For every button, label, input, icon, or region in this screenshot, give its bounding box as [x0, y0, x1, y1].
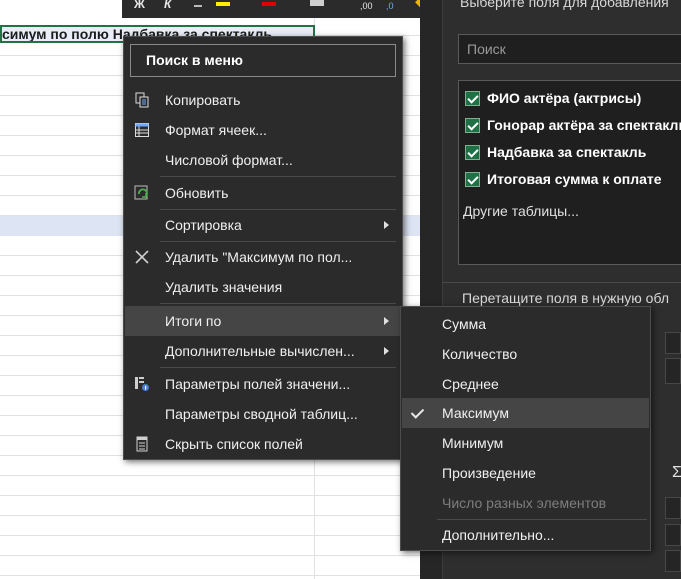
other-tables-link[interactable]: Другие таблицы... — [463, 203, 579, 219]
underline-icon[interactable] — [194, 5, 202, 7]
menu-item-label: Удалить "Максимум по пол... — [165, 249, 353, 265]
menu-item-remove-field[interactable]: Удалить "Максимум по пол... — [125, 242, 401, 272]
submenu-item-sum[interactable]: Сумма — [402, 309, 649, 339]
submenu-item-label: Среднее — [442, 376, 499, 392]
submenu-item-label: Сумма — [442, 316, 486, 332]
menu-item-copy[interactable]: Копировать — [125, 85, 401, 115]
format-cells-icon — [135, 123, 149, 137]
decrease-decimal-button[interactable]: ,0 — [386, 2, 394, 20]
field-item-fio[interactable]: ФИО актёра (актрисы) — [465, 88, 641, 108]
field-label: ФИО актёра (актрисы) — [487, 90, 642, 106]
field-item-bonus[interactable]: Надбавка за спектакль — [465, 142, 646, 162]
menu-item-refresh[interactable]: Обновить — [125, 178, 401, 208]
field-label: Гонорар актёра за спектакль — [487, 117, 681, 133]
submenu-arrow-icon — [384, 221, 389, 229]
submenu-item-label: Произведение — [442, 465, 536, 481]
menu-item-sort[interactable]: Сортировка — [125, 210, 401, 240]
field-list-icon — [136, 436, 148, 452]
submenu-item-average[interactable]: Среднее — [402, 369, 649, 399]
values-area[interactable] — [665, 524, 681, 546]
field-list: ФИО актёра (актрисы) Гонорар актёра за с… — [458, 80, 681, 265]
menu-item-label: Числовой формат... — [165, 152, 293, 168]
menu-item-pivot-options[interactable]: Параметры сводной таблиц... — [125, 399, 401, 429]
field-search-placeholder: Поиск — [467, 41, 506, 57]
menu-item-label: Дополнительные вычислен... — [165, 343, 355, 359]
menu-separator — [160, 367, 396, 368]
refresh-icon — [134, 185, 148, 200]
menu-item-show-values-as[interactable]: Дополнительные вычислен... — [125, 336, 401, 366]
menu-item-label: Итоги по — [165, 313, 222, 329]
menu-item-remove-values[interactable]: Удалить значения — [125, 272, 401, 302]
menu-separator — [160, 176, 396, 177]
checkbox-checked-icon[interactable] — [465, 144, 480, 160]
context-menu: Поиск в меню Копировать Формат ячеек... … — [123, 36, 403, 460]
field-item-total[interactable]: Итоговая сумма к оплате — [465, 169, 662, 189]
menu-item-label: Обновить — [165, 185, 229, 201]
submenu-item-distinct-count: Число разных элементов — [402, 488, 649, 518]
borders-icon[interactable] — [310, 0, 324, 6]
menu-item-number-format[interactable]: Числовой формат... — [125, 145, 401, 175]
drag-fields-hint: Перетащите поля в нужную обл — [462, 290, 670, 306]
sigma-icon: Σ — [672, 464, 681, 481]
menu-search-box[interactable]: Поиск в меню — [130, 44, 396, 77]
field-label: Надбавка за спектакль — [487, 144, 647, 160]
field-settings-icon — [135, 377, 149, 391]
menu-item-summarize-by[interactable]: Итоги по — [125, 306, 401, 336]
submenu-item-label: Минимум — [442, 435, 504, 451]
menu-item-hide-field-list[interactable]: Скрыть список полей — [125, 429, 401, 459]
checkbox-checked-icon[interactable] — [465, 171, 480, 187]
columns-area[interactable] — [665, 358, 681, 384]
submenu-item-max[interactable]: Максимум — [402, 398, 649, 428]
menu-item-value-field-settings[interactable]: Параметры полей значени... — [125, 369, 401, 399]
font-color-icon[interactable] — [262, 2, 276, 6]
values-area-item[interactable] — [665, 550, 681, 572]
copy-icon — [135, 92, 149, 108]
submenu-item-more-options[interactable]: Дополнительно... — [402, 520, 649, 550]
bold-button[interactable]: Ж — [134, 0, 145, 18]
submenu-item-label: Дополнительно... — [442, 527, 555, 543]
menu-item-label: Параметры сводной таблиц... — [165, 406, 358, 422]
submenu-item-count[interactable]: Количество — [402, 339, 649, 369]
delete-x-icon — [135, 250, 149, 264]
field-search-input[interactable]: Поиск — [458, 34, 681, 64]
menu-item-label: Параметры полей значени... — [165, 376, 351, 392]
submenu-arrow-icon — [384, 347, 389, 355]
filters-area[interactable] — [665, 332, 681, 354]
checkmark-icon — [410, 405, 425, 419]
menu-item-label: Удалить значения — [165, 279, 283, 295]
summarize-by-submenu: Сумма Количество Среднее Максимум Миниму… — [400, 306, 651, 551]
checkbox-checked-icon[interactable] — [465, 90, 480, 106]
checkbox-checked-icon[interactable] — [465, 117, 480, 133]
field-label: Итоговая сумма к оплате — [487, 171, 662, 187]
field-item-fee[interactable]: Гонорар актёра за спектакль — [465, 115, 681, 135]
italic-button[interactable]: К — [164, 0, 171, 18]
menu-item-format-cells[interactable]: Формат ячеек... — [125, 115, 401, 145]
submenu-item-label: Максимум — [442, 405, 509, 421]
menu-search-label: Поиск в меню — [146, 52, 243, 68]
submenu-item-min[interactable]: Минимум — [402, 428, 649, 458]
menu-separator — [160, 303, 396, 304]
menu-item-label: Копировать — [165, 92, 241, 108]
submenu-item-label: Количество — [442, 346, 518, 362]
increase-decimal-button[interactable]: ,00 — [360, 2, 373, 20]
submenu-item-product[interactable]: Произведение — [402, 458, 649, 488]
mini-toolbar: Ж К ,00 ,0 — [122, 0, 440, 18]
menu-item-label: Сортировка — [165, 217, 242, 233]
menu-item-label: Скрыть список полей — [165, 436, 303, 452]
menu-item-label: Формат ячеек... — [165, 122, 267, 138]
rows-area[interactable] — [665, 497, 681, 519]
submenu-arrow-icon — [384, 317, 389, 325]
submenu-item-label: Число разных элементов — [442, 495, 607, 511]
pane-title: Выберите поля для добавления — [460, 0, 669, 10]
pane-divider — [442, 282, 681, 283]
fill-color-icon[interactable] — [216, 2, 230, 6]
